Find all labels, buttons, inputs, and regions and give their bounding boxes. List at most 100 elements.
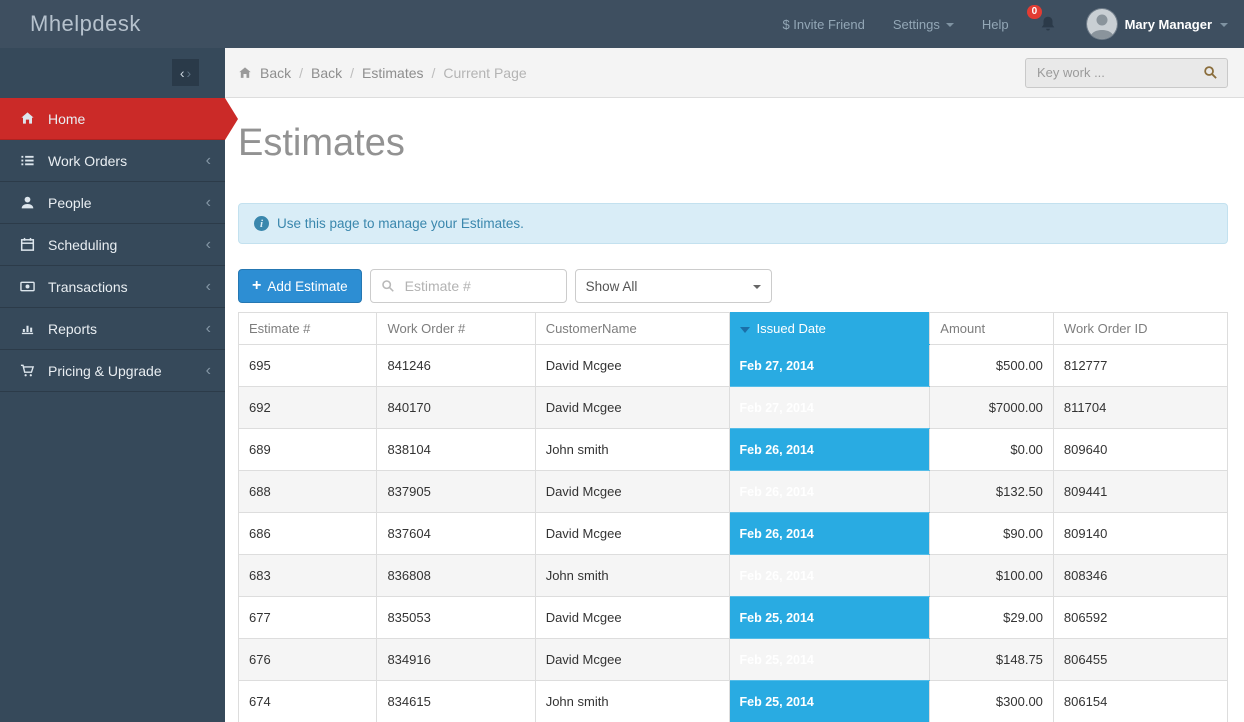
column-header-work-order[interactable]: Work Order # <box>377 313 535 345</box>
sidebar-menu: HomeWork Orders‹People‹Scheduling‹Transa… <box>0 98 225 392</box>
table-cell: 806154 <box>1053 681 1227 722</box>
keyword-search-input[interactable] <box>1035 64 1203 81</box>
search-icon[interactable] <box>1203 65 1218 80</box>
table-cell: 806455 <box>1053 639 1227 681</box>
table-row[interactable]: 677835053David McgeeFeb 25, 2014$29.0080… <box>239 597 1228 639</box>
table-cell: Feb 27, 2014 <box>729 345 930 387</box>
sort-desc-icon <box>740 327 750 333</box>
people-icon <box>20 195 37 210</box>
table-row[interactable]: 674834615John smithFeb 25, 2014$300.0080… <box>239 681 1228 722</box>
column-header-amount[interactable]: Amount <box>930 313 1054 345</box>
table-row[interactable]: 676834916David McgeeFeb 25, 2014$148.758… <box>239 639 1228 681</box>
chevron-left-icon: ‹ <box>206 153 211 169</box>
help-link[interactable]: Help <box>982 17 1009 32</box>
status-filter-select[interactable]: Show All <box>575 269 772 303</box>
table-cell: 695 <box>239 345 377 387</box>
table-row[interactable]: 695841246David McgeeFeb 27, 2014$500.008… <box>239 345 1228 387</box>
column-header-customername[interactable]: CustomerName <box>535 313 729 345</box>
table-cell: 688 <box>239 471 377 513</box>
info-alert-text: Use this page to manage your Estimates. <box>277 216 524 231</box>
table-cell: 836808 <box>377 555 535 597</box>
page-title: Estimates <box>238 122 1228 165</box>
breadcrumb-separator: / <box>350 65 354 81</box>
column-header-issued-date[interactable]: Issued Date <box>729 313 930 345</box>
info-icon: i <box>254 216 269 231</box>
table-cell: Feb 26, 2014 <box>729 471 930 513</box>
table-header-row: Estimate # Work Order # CustomerName Issued… <box>239 313 1228 345</box>
chevron-down-icon <box>753 285 761 289</box>
sidebar-item-work-orders[interactable]: Work Orders‹ <box>0 140 225 182</box>
table-cell: $7000.00 <box>930 387 1054 429</box>
table-row[interactable]: 683836808John smithFeb 26, 2014$100.0080… <box>239 555 1228 597</box>
table-cell: David Mcgee <box>535 513 729 555</box>
settings-menu-label: Settings <box>893 17 940 32</box>
table-cell: 676 <box>239 639 377 681</box>
home-icon <box>20 111 37 126</box>
invite-friend-link[interactable]: $ Invite Friend <box>782 17 864 32</box>
sidebar-item-label: Transactions <box>48 279 128 295</box>
table-cell: 677 <box>239 597 377 639</box>
table-cell: 812777 <box>1053 345 1227 387</box>
chevron-left-icon: ‹ <box>206 237 211 253</box>
sidebar-collapse-control[interactable]: ‹ › <box>172 59 199 86</box>
estimate-search-input[interactable] <box>403 277 556 295</box>
chevron-down-icon <box>946 23 954 27</box>
table-cell: David Mcgee <box>535 471 729 513</box>
chevron-right-icon: › <box>187 66 192 80</box>
table-row[interactable]: 692840170David McgeeFeb 27, 2014$7000.00… <box>239 387 1228 429</box>
pricing-icon <box>20 363 37 378</box>
table-cell: John smith <box>535 681 729 722</box>
table-cell: 683 <box>239 555 377 597</box>
estimates-table: Estimate # Work Order # CustomerName Issued… <box>238 312 1228 722</box>
table-cell: Feb 26, 2014 <box>729 555 930 597</box>
user-menu[interactable]: Mary Manager <box>1087 9 1228 39</box>
table-cell: $90.00 <box>930 513 1054 555</box>
column-header-label: Issued Date <box>757 321 826 336</box>
scheduling-icon <box>20 237 37 252</box>
table-cell: 811704 <box>1053 387 1227 429</box>
table-row[interactable]: 688837905David McgeeFeb 26, 2014$132.508… <box>239 471 1228 513</box>
breadcrumb: Back/Back/Estimates/Current Page <box>260 65 527 81</box>
table-cell: Feb 27, 2014 <box>729 387 930 429</box>
sidebar-item-home[interactable]: Home <box>0 98 225 140</box>
table-row[interactable]: 686837604David McgeeFeb 26, 2014$90.0080… <box>239 513 1228 555</box>
topbar-right: $ Invite Friend Settings Help 0 Mary Man… <box>782 9 1244 39</box>
sidebar-item-pricing-upgrade[interactable]: Pricing & Upgrade‹ <box>0 350 225 392</box>
status-filter-value: Show All <box>586 279 638 294</box>
table-cell: 837905 <box>377 471 535 513</box>
table-row[interactable]: 689838104John smithFeb 26, 2014$0.008096… <box>239 429 1228 471</box>
sidebar-item-reports[interactable]: Reports‹ <box>0 308 225 350</box>
table-cell: David Mcgee <box>535 345 729 387</box>
settings-menu[interactable]: Settings <box>893 17 954 32</box>
breadcrumb-item[interactable]: Back <box>260 65 291 81</box>
table-cell: $0.00 <box>930 429 1054 471</box>
add-estimate-button[interactable]: + Add Estimate <box>238 269 362 303</box>
sidebar-item-transactions[interactable]: Transactions‹ <box>0 266 225 308</box>
table-cell: David Mcgee <box>535 597 729 639</box>
notification-badge: 0 <box>1027 5 1043 19</box>
home-icon <box>238 66 252 80</box>
column-header-work-order-id[interactable]: Work Order ID <box>1053 313 1227 345</box>
column-header-estimate[interactable]: Estimate # <box>239 313 377 345</box>
breadcrumb-item[interactable]: Back <box>311 65 342 81</box>
table-cell: Feb 25, 2014 <box>729 681 930 722</box>
select-caret-zone <box>743 270 771 302</box>
transactions-icon <box>20 279 37 294</box>
sidebar-item-scheduling[interactable]: Scheduling‹ <box>0 224 225 266</box>
breadcrumb-item[interactable]: Estimates <box>362 65 423 81</box>
column-header-label: CustomerName <box>546 321 637 336</box>
brand-logo[interactable]: Mhelpdesk <box>30 11 141 37</box>
estimate-search-box <box>370 269 567 303</box>
table-cell: Feb 26, 2014 <box>729 513 930 555</box>
sidebar-item-label: People <box>48 195 92 211</box>
chevron-down-icon <box>1220 23 1228 27</box>
table-cell: 834615 <box>377 681 535 722</box>
column-header-label: Work Order ID <box>1064 321 1148 336</box>
table-cell: 809441 <box>1053 471 1227 513</box>
column-header-label: Amount <box>940 321 985 336</box>
column-header-label: Work Order # <box>387 321 465 336</box>
notifications-button[interactable]: 0 <box>1039 15 1057 33</box>
sidebar-header: ‹ › <box>0 48 225 98</box>
sidebar-item-people[interactable]: People‹ <box>0 182 225 224</box>
table-cell: 809640 <box>1053 429 1227 471</box>
